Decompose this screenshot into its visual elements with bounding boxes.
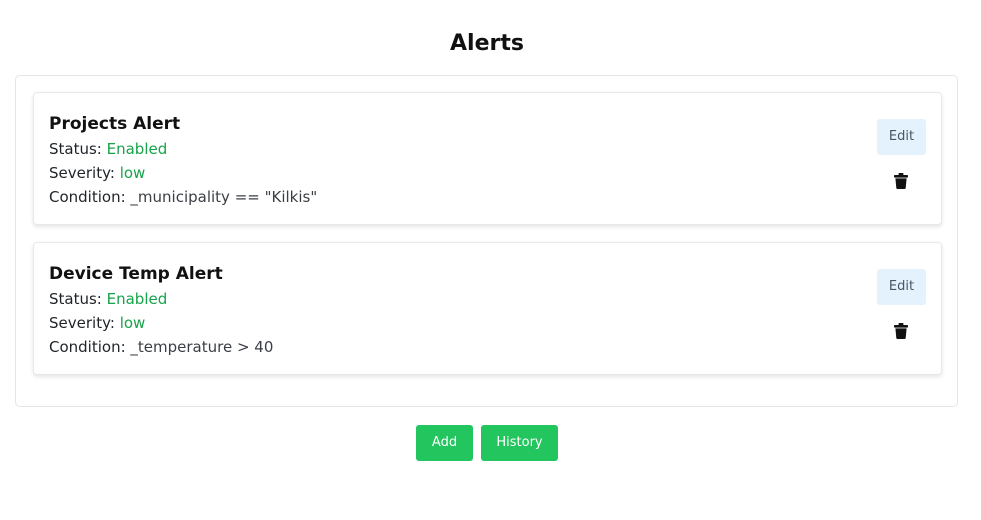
severity-label: Severity:: [49, 164, 120, 182]
condition-label: Condition:: [49, 188, 131, 206]
status-value: Enabled: [106, 290, 168, 308]
delete-button[interactable]: [894, 323, 908, 339]
severity-value: low: [119, 164, 146, 182]
condition-label: Condition:: [49, 338, 131, 356]
edit-button[interactable]: Edit: [877, 269, 926, 305]
status-value: Enabled: [106, 140, 168, 158]
severity-value: low: [119, 314, 146, 332]
alert-status-line: Status: Enabled: [49, 138, 167, 160]
edit-button[interactable]: Edit: [877, 119, 926, 155]
page-title: Alerts: [450, 31, 524, 56]
alert-condition-line: Condition: _municipality == "Kilkis": [49, 186, 317, 208]
alert-name: Device Temp Alert: [49, 264, 223, 284]
trash-icon: [894, 173, 908, 189]
condition-value: _municipality == "Kilkis": [130, 188, 318, 206]
alert-status-line: Status: Enabled: [49, 288, 167, 310]
add-button[interactable]: Add: [416, 425, 473, 461]
alerts-panel: Projects Alert Status: Enabled Severity:…: [15, 75, 958, 407]
condition-value: _temperature > 40: [130, 338, 274, 356]
alert-severity-line: Severity: low: [49, 312, 145, 334]
trash-icon: [894, 323, 908, 339]
alert-condition-line: Condition: _temperature > 40: [49, 336, 273, 358]
status-label: Status:: [49, 140, 107, 158]
status-label: Status:: [49, 290, 107, 308]
alert-severity-line: Severity: low: [49, 162, 145, 184]
alert-name: Projects Alert: [49, 114, 181, 134]
severity-label: Severity:: [49, 314, 120, 332]
alert-card: Projects Alert Status: Enabled Severity:…: [33, 92, 942, 225]
alert-card: Device Temp Alert Status: Enabled Severi…: [33, 242, 942, 375]
history-button[interactable]: History: [481, 425, 558, 461]
delete-button[interactable]: [894, 173, 908, 189]
